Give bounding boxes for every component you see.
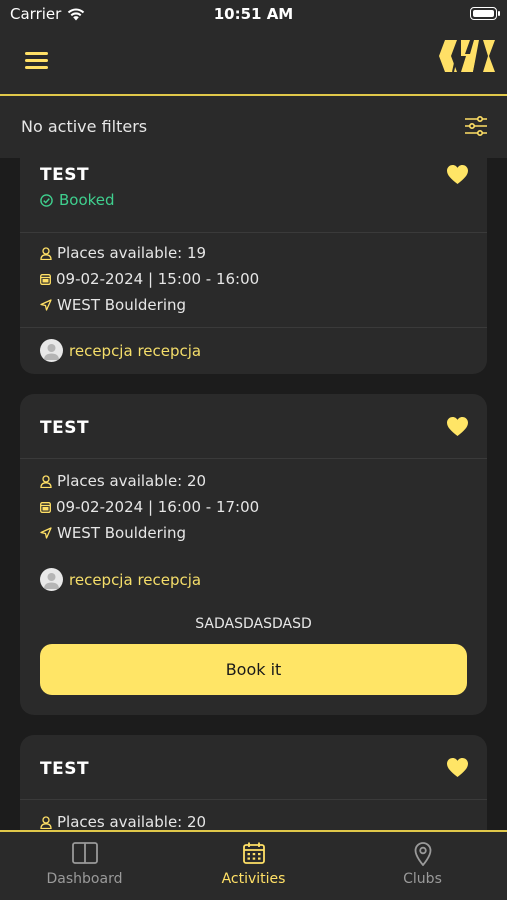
activity-card[interactable]: TEST Places available: 20 09-02-2024 | 1… [20,394,487,715]
activity-location: WEST Bouldering [57,524,187,542]
app-header [0,28,507,94]
favorite-heart-icon[interactable] [446,416,469,437]
tab-dashboard-label: Dashboard [46,871,123,887]
clock: 10:51 AM [213,5,294,23]
card-divider [20,799,487,800]
location-row: WEST Bouldering [40,296,186,314]
book-it-button[interactable]: Book it [40,644,467,695]
card-divider [20,232,487,233]
trainer-name: recepcja recepcja [69,570,202,589]
filter-status: No active filters [21,117,148,136]
calendar-icon [242,842,265,864]
map-pin-icon [414,842,431,866]
user-icon [40,815,52,829]
avatar [40,568,63,591]
calendar-icon [40,274,51,285]
filter-sliders-icon[interactable] [465,116,487,136]
favorite-heart-icon[interactable] [446,164,469,185]
navigation-arrow-icon [40,299,52,311]
location-row: WEST Bouldering [40,524,186,542]
activity-title: TEST [40,759,90,779]
activity-location: WEST Bouldering [57,296,187,314]
activity-datetime: 09-02-2024 | 15:00 - 16:00 [56,270,260,288]
navigation-arrow-icon [40,527,52,539]
places-available: Places available: 19 [57,244,207,262]
datetime-row: 09-02-2024 | 16:00 - 17:00 [40,498,259,516]
battery-icon [470,7,500,20]
activity-card[interactable]: TEST Booked Places available: 19 09-02-2… [20,158,487,374]
trainer-row[interactable]: recepcja recepcja [40,568,201,591]
tab-clubs[interactable]: Clubs [338,832,507,900]
booked-status: Booked [40,191,115,209]
places-row: Places available: 20 [40,472,206,490]
tab-activities-label: Activities [221,871,286,887]
tab-dashboard[interactable]: Dashboard [0,832,169,900]
trainer-row[interactable]: recepcja recepcja [40,339,201,362]
places-row: Places available: 19 [40,244,206,262]
activities-list[interactable]: TEST Booked Places available: 19 09-02-2… [0,158,507,830]
card-divider [20,458,487,459]
tab-activities[interactable]: Activities [169,832,338,900]
activity-title: TEST [40,165,90,185]
bottom-tab-bar: Dashboard Activities Clubs [0,832,507,900]
datetime-row: 09-02-2024 | 15:00 - 16:00 [40,270,259,288]
menu-icon[interactable] [25,52,48,70]
person-placeholder-icon [44,344,59,360]
user-icon [40,246,52,260]
brand-logo [439,39,495,73]
user-icon [40,474,52,488]
book-icon [71,842,98,864]
card-divider [20,327,487,328]
person-placeholder-icon [44,573,59,589]
activity-title: TEST [40,418,90,438]
calendar-icon [40,502,51,513]
activity-card[interactable]: TEST Places available: 20 [20,735,487,830]
tab-clubs-label: Clubs [403,871,442,887]
activity-description: SADASDASDASD [195,616,312,632]
check-circle-icon [40,193,53,207]
avatar [40,339,63,362]
places-available: Places available: 20 [57,472,207,490]
favorite-heart-icon[interactable] [446,757,469,778]
status-bar: Carrier 10:51 AM [0,0,507,28]
places-available: Places available: 20 [57,813,207,830]
activity-datetime: 09-02-2024 | 16:00 - 17:00 [56,498,260,516]
booked-label: Booked [59,191,115,209]
trainer-name: recepcja recepcja [69,341,202,360]
places-row: Places available: 20 [40,813,206,830]
filter-bar: No active filters [0,96,507,158]
